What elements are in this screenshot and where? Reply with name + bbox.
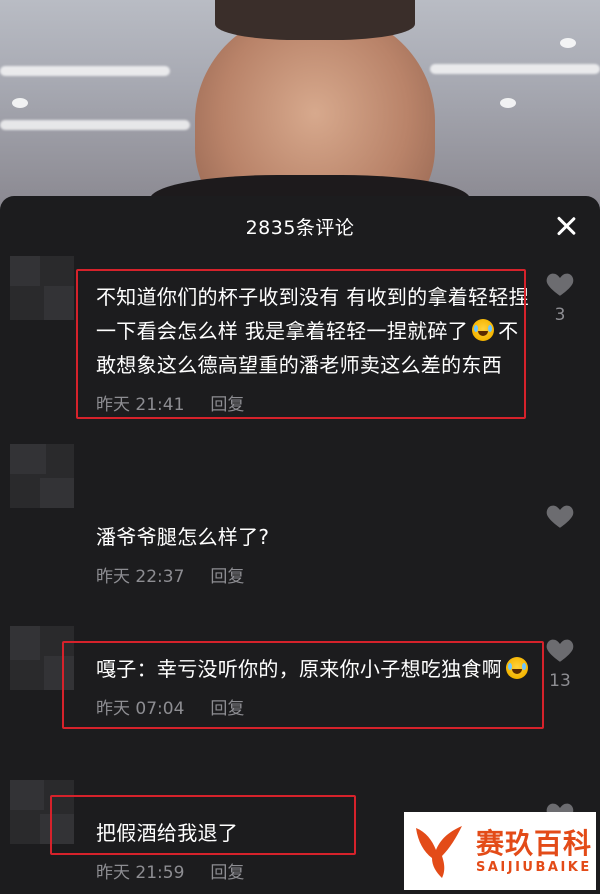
reply-button[interactable]: 回复 [210, 562, 244, 587]
comment-text: 潘爷爷腿怎么样了? [96, 525, 270, 549]
avatar[interactable] [10, 626, 74, 690]
ceiling-light [0, 120, 190, 130]
reply-button[interactable]: 回复 [210, 694, 244, 719]
like-control: 13 [542, 636, 578, 691]
watermark-brand-cn: 赛玖百科 [476, 827, 593, 860]
laughing-crying-emoji-icon [506, 657, 528, 679]
person-hair [215, 0, 415, 40]
reply-button[interactable]: 回复 [210, 858, 244, 883]
comment-text-part: 嘎子：幸亏没听你的，原来你小子想吃独食啊 [96, 657, 502, 681]
like-count: 3 [554, 305, 566, 325]
avatar[interactable] [10, 256, 74, 320]
comment-time: 昨天 22:37 [96, 567, 185, 587]
comment-sheet: 2835条评论 不知道你们的杯子收到没有 有收到的拿着轻轻捏一下看会怎么样 我是… [0, 196, 600, 894]
comment-meta: 昨天 07:04 回复 [96, 694, 536, 719]
like-count: 13 [549, 671, 571, 691]
comment-3: 嘎子：幸亏没听你的，原来你小子想吃独食啊 昨天 07:04 回复 [96, 652, 536, 719]
like-control [542, 502, 578, 537]
comment-text: 嘎子：幸亏没听你的，原来你小子想吃独食啊 [96, 652, 536, 686]
heart-icon[interactable] [545, 270, 575, 297]
like-control: 3 [542, 270, 578, 325]
ceiling-light [430, 64, 600, 74]
comment-1: 不知道你们的杯子收到没有 有收到的拿着轻轻捏一下看会怎么样 我是拿着轻轻一捏就碎… [96, 280, 536, 415]
watermark-brand-en: SAIJIUBAIKE [476, 860, 592, 875]
ceiling-light [500, 98, 516, 108]
ceiling-light [12, 98, 28, 108]
ceiling-light [0, 66, 170, 76]
watermark-logo: 赛玖百科 SAIJIUBAIKE [404, 812, 596, 890]
avatar[interactable] [10, 780, 74, 844]
avatar[interactable] [10, 444, 74, 508]
sheet-header: 2835条评论 [0, 196, 600, 256]
laughing-crying-emoji-icon [472, 319, 495, 341]
ceiling-light [560, 38, 576, 48]
close-icon[interactable] [554, 214, 578, 238]
video-background [0, 0, 600, 210]
heart-icon[interactable] [545, 636, 575, 663]
comment-meta: 昨天 22:37 回复 [96, 562, 536, 587]
comment-time: 昨天 07:04 [96, 699, 185, 719]
comment-text-part: 不知道你们的杯子收到没有 有收到的拿着轻轻捏一下看会怎么样 我是拿着轻轻一捏就碎… [96, 285, 529, 343]
comment-count-title: 2835条评论 [245, 216, 355, 239]
comment-2: 潘爷爷腿怎么样了? 昨天 22:37 回复 [96, 520, 536, 587]
comment-text: 不知道你们的杯子收到没有 有收到的拿着轻轻捏一下看会怎么样 我是拿着轻轻一捏就碎… [96, 280, 536, 382]
reply-button[interactable]: 回复 [210, 390, 244, 415]
comment-time: 昨天 21:59 [96, 863, 185, 883]
comment-meta: 昨天 21:41 回复 [96, 390, 536, 415]
comment-time: 昨天 21:41 [96, 395, 185, 415]
whale-tail-icon [416, 826, 462, 878]
heart-icon[interactable] [545, 502, 575, 529]
